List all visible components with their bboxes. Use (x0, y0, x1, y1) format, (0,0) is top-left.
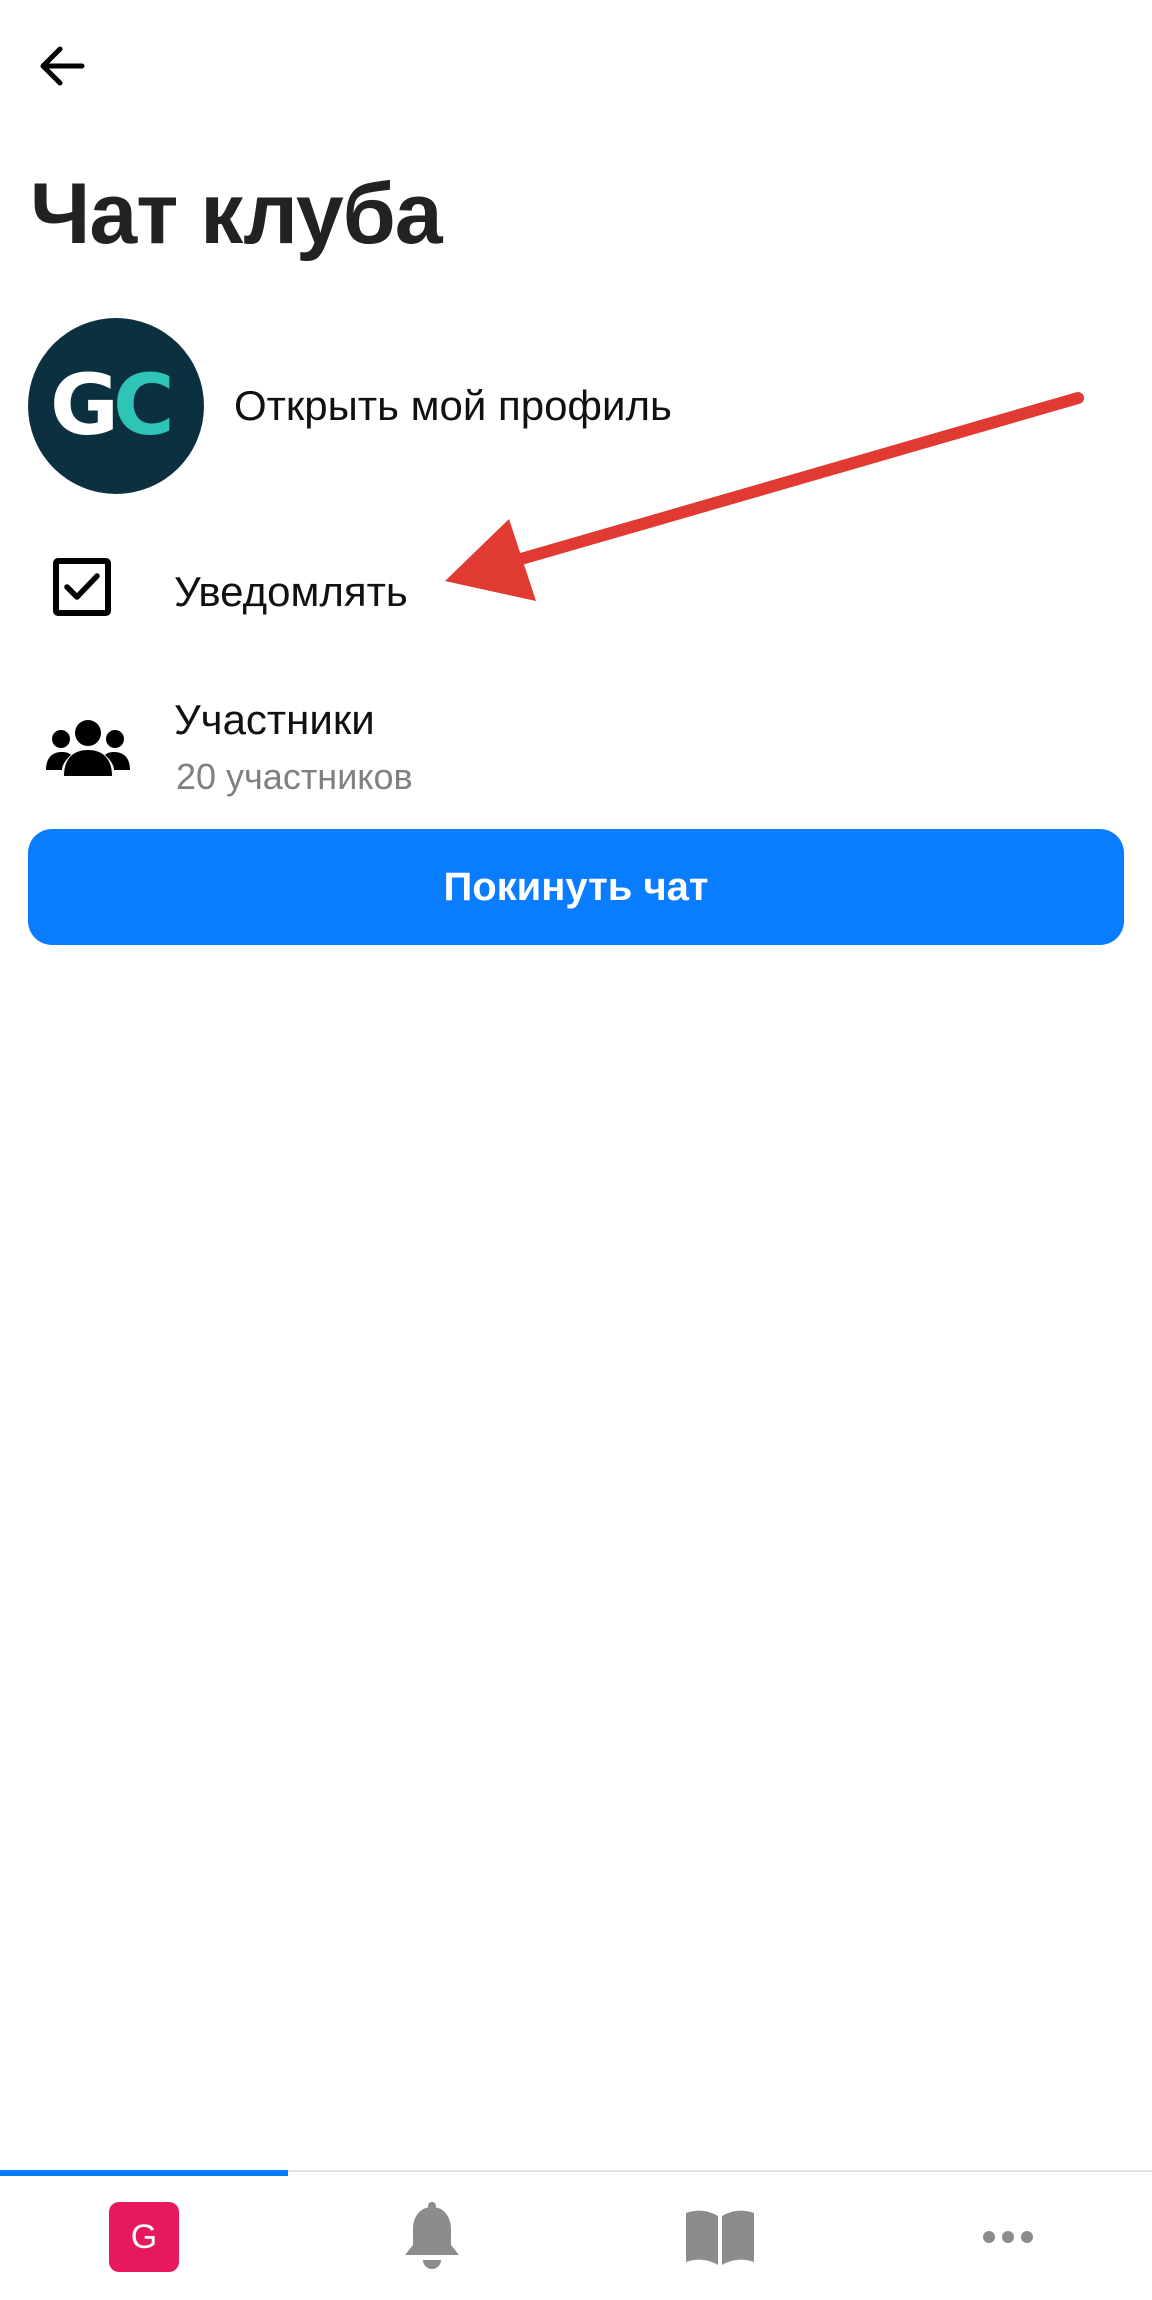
tab-club[interactable]: G (0, 2172, 288, 2300)
notify-checkbox[interactable] (53, 558, 111, 616)
page-title: Чат клуба (30, 166, 443, 262)
tab-library[interactable] (576, 2172, 864, 2300)
avatar-letter-g: G (50, 356, 119, 454)
club-chat-settings-screen: Чат клуба G C Открыть мой профиль Уведом… (0, 0, 1152, 2300)
avatar-letter-c: C (113, 356, 175, 454)
open-profile-label: Открыть мой профиль (234, 382, 672, 429)
members-count: 20 участников (176, 756, 413, 797)
tab-notifications[interactable] (288, 2172, 576, 2300)
book-icon (686, 2210, 754, 2265)
open-profile-row[interactable]: G C Открыть мой профиль (28, 318, 1124, 494)
bell-icon (405, 2202, 459, 2269)
arrow-left-icon (40, 46, 85, 86)
notify-label: Уведомлять (174, 568, 408, 615)
members-label: Участники (174, 696, 375, 743)
club-badge-icon: G (109, 2202, 179, 2272)
members-row[interactable]: Участники 20 участников (28, 682, 1124, 812)
group-icon (46, 720, 130, 776)
leave-chat-button[interactable]: Покинуть чат (28, 829, 1124, 945)
tab-more[interactable] (864, 2172, 1152, 2300)
checkmark-icon (64, 573, 100, 600)
club-badge-letter: G (130, 2217, 158, 2256)
notify-toggle-row[interactable]: Уведомлять (28, 536, 628, 648)
avatar: G C (28, 318, 204, 494)
bottom-tab-bar: G (0, 2170, 1152, 2300)
back-button[interactable] (24, 28, 100, 104)
more-dots-icon (983, 2231, 1033, 2243)
